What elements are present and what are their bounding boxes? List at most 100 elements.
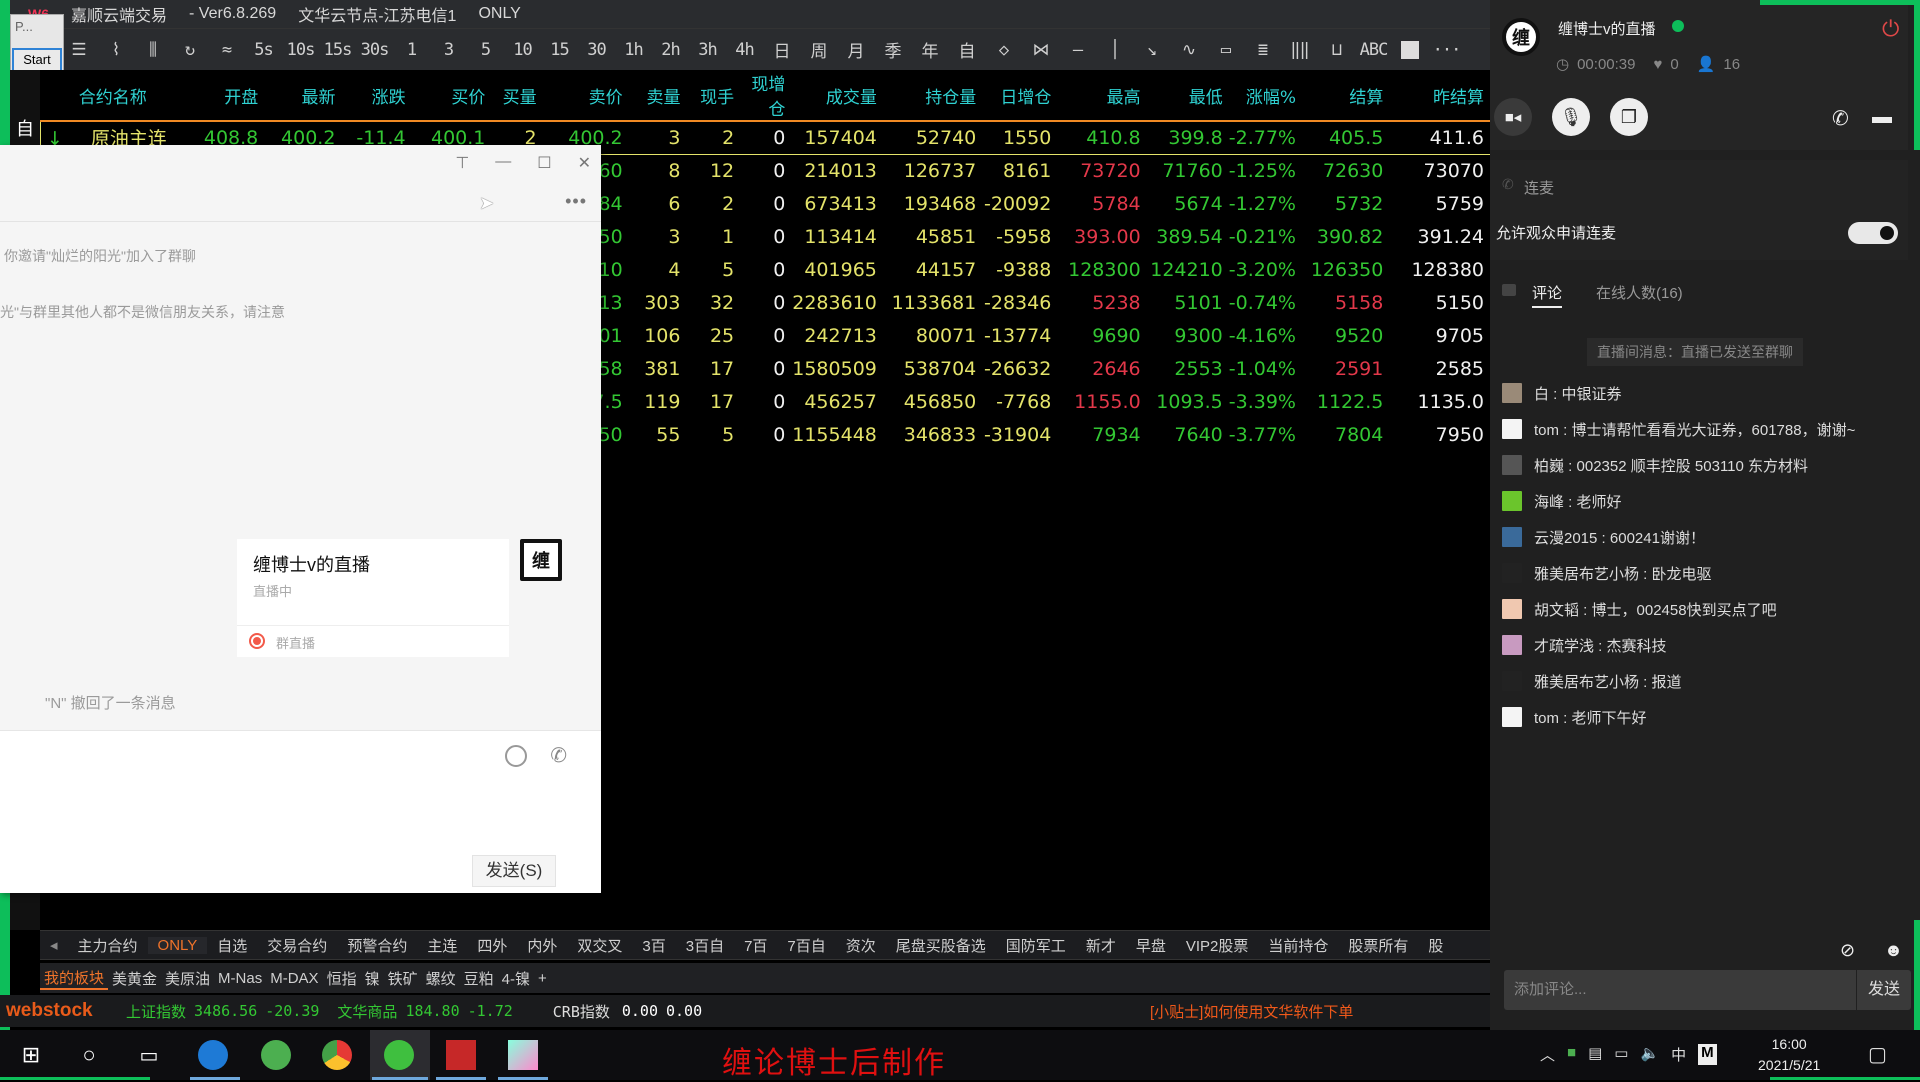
watchlist-tab[interactable]: 新才 bbox=[1076, 935, 1126, 956]
app-icon-wechat[interactable] bbox=[384, 1040, 414, 1070]
windows-start-icon[interactable]: ⊞ bbox=[16, 1040, 46, 1070]
more-options-icon[interactable]: ••• bbox=[565, 191, 587, 212]
candle-icon[interactable]: ⫼ bbox=[134, 40, 171, 60]
mute-comments-icon[interactable]: ⊘ bbox=[1840, 940, 1855, 961]
board-tab[interactable]: 铁矿 bbox=[384, 968, 422, 989]
column-header[interactable]: 卖量 bbox=[628, 70, 687, 122]
color-picker-icon[interactable] bbox=[1401, 40, 1419, 59]
add-board-button[interactable]: + bbox=[534, 970, 551, 987]
search-icon[interactable]: ○ bbox=[74, 1040, 104, 1070]
period-button[interactable]: 周 bbox=[800, 37, 837, 62]
watchlist-tab[interactable]: 早盘 bbox=[1126, 935, 1176, 956]
watchlist-tab[interactable]: 主力合约 bbox=[68, 935, 148, 956]
commenter-avatar[interactable] bbox=[1502, 707, 1522, 727]
comment-send-button[interactable]: 发送 bbox=[1857, 970, 1911, 1010]
watchlist-tab[interactable]: 交易合约 bbox=[257, 935, 337, 956]
period-button[interactable]: 1 bbox=[393, 40, 430, 60]
board-tab[interactable]: 螺纹 bbox=[422, 968, 460, 989]
tab-comments[interactable]: 评论 bbox=[1532, 282, 1563, 308]
allow-lianmai-toggle[interactable] bbox=[1848, 222, 1898, 244]
period-button[interactable]: 10s bbox=[282, 40, 319, 60]
g-list-icon[interactable]: ≣ bbox=[1244, 40, 1281, 60]
board-tab[interactable]: 4-镍 bbox=[498, 968, 534, 989]
expand-icon[interactable]: ◇ bbox=[985, 40, 1022, 60]
watchlist-tab[interactable]: 3百自 bbox=[676, 935, 734, 956]
watchlist-tab[interactable]: 7百 bbox=[734, 935, 777, 956]
tray-expand-icon[interactable]: ︿ bbox=[1540, 1044, 1555, 1065]
board-tab[interactable]: 恒指 bbox=[323, 968, 361, 989]
power-icon[interactable]: ⏻ bbox=[1882, 16, 1899, 42]
vline-icon[interactable]: │ bbox=[1096, 40, 1133, 60]
period-button[interactable]: 30 bbox=[578, 40, 615, 60]
tray-app-icon[interactable]: ■ bbox=[1567, 1044, 1576, 1065]
board-tab[interactable]: 镍 bbox=[361, 968, 384, 989]
app-icon-wenhua[interactable] bbox=[446, 1040, 476, 1070]
tip-link[interactable]: [小贴士]如何使用文华软件下单 bbox=[1150, 1001, 1353, 1022]
compress-icon[interactable]: ⋈ bbox=[1022, 40, 1059, 60]
period-button[interactable]: ABC bbox=[1355, 40, 1392, 60]
app-icon-live[interactable] bbox=[508, 1040, 538, 1070]
trendline-icon[interactable]: ↘ bbox=[1133, 40, 1170, 60]
tab-online-count[interactable]: 在线人数(16) bbox=[1596, 282, 1683, 303]
column-header[interactable]: 开盘 bbox=[191, 70, 265, 122]
live-broadcast-icon[interactable] bbox=[505, 745, 527, 767]
message-icon[interactable]: ▬ bbox=[1872, 106, 1892, 129]
minimize-icon[interactable]: — bbox=[495, 153, 511, 173]
app-icon-chrome[interactable] bbox=[322, 1040, 352, 1070]
commenter-avatar[interactable] bbox=[1502, 563, 1522, 583]
watchlist-tab[interactable]: 尾盘买股备选 bbox=[886, 935, 996, 956]
column-header[interactable]: 持仓量 bbox=[882, 70, 983, 122]
send-button[interactable]: 发送(S) bbox=[472, 855, 556, 887]
commenter-avatar[interactable] bbox=[1502, 455, 1522, 475]
app-icon-360-browser[interactable] bbox=[261, 1040, 291, 1070]
ime-label[interactable]: 中 bbox=[1671, 1044, 1686, 1065]
period-button[interactable]: 15 bbox=[541, 40, 578, 60]
comment-input[interactable]: 添加评论... bbox=[1504, 970, 1856, 1010]
column-header[interactable]: 合约名称 bbox=[40, 70, 192, 122]
message-input-area[interactable]: ✆ 发送(S) bbox=[0, 730, 601, 893]
system-clock[interactable]: 16:00 2021/5/21 bbox=[1758, 1034, 1820, 1076]
pin-icon[interactable]: ⊤ bbox=[455, 153, 469, 173]
app-icon-qq-browser[interactable] bbox=[198, 1040, 228, 1070]
video-call-icon[interactable]: ✆ bbox=[550, 743, 567, 768]
list-icon[interactable]: ☰ bbox=[60, 40, 97, 60]
watchlist-tab[interactable]: ONLY bbox=[147, 936, 208, 954]
line-chart-icon[interactable]: ⌇ bbox=[97, 40, 134, 60]
wave-icon[interactable]: ∿ bbox=[1170, 40, 1207, 60]
volume-icon[interactable]: 🔈 bbox=[1640, 1044, 1659, 1065]
commenter-avatar[interactable] bbox=[1502, 419, 1522, 439]
watchlist-tab[interactable]: 股 bbox=[1418, 935, 1453, 956]
period-button[interactable]: 自 bbox=[948, 37, 985, 62]
watchlist-tab[interactable]: 自选 bbox=[207, 935, 257, 956]
microphone-button[interactable]: 🎙 bbox=[1552, 98, 1590, 136]
board-tab[interactable]: 美原油 bbox=[161, 968, 214, 989]
bars-icon[interactable]: ‖‖ bbox=[1281, 40, 1318, 60]
commenter-avatar[interactable] bbox=[1502, 527, 1522, 547]
task-view-icon[interactable]: ▭ bbox=[134, 1040, 164, 1070]
column-header[interactable]: 买价 bbox=[411, 70, 492, 122]
ruler-icon[interactable]: ⊔ bbox=[1318, 40, 1355, 60]
column-header[interactable]: 现增仓 bbox=[740, 70, 792, 122]
period-button[interactable]: 3h bbox=[689, 40, 726, 60]
ime-mode-icon[interactable]: M bbox=[1698, 1044, 1717, 1065]
column-header[interactable]: 卖价 bbox=[542, 70, 629, 122]
notification-icon[interactable]: ▢ bbox=[1868, 1042, 1887, 1067]
emoji-icon[interactable]: ☻ bbox=[1884, 940, 1903, 961]
column-header[interactable]: 结算 bbox=[1301, 70, 1390, 122]
column-header[interactable]: 现手 bbox=[686, 70, 741, 122]
sender-avatar[interactable]: 缠 bbox=[520, 539, 562, 581]
column-header[interactable]: 最低 bbox=[1146, 70, 1229, 122]
column-header[interactable]: 涨幅% bbox=[1228, 70, 1302, 122]
column-header[interactable]: 最高 bbox=[1057, 70, 1147, 122]
camera-button[interactable]: ■◂ bbox=[1494, 98, 1532, 136]
column-header[interactable]: 买量 bbox=[491, 70, 543, 122]
watchlist-tab[interactable]: 当前持仓 bbox=[1258, 935, 1338, 956]
phone-icon[interactable]: ✆ bbox=[1832, 106, 1849, 131]
watchlist-tab[interactable]: 主连 bbox=[417, 935, 467, 956]
board-tab[interactable]: M-DAX bbox=[266, 970, 322, 987]
column-header[interactable]: 成交量 bbox=[791, 70, 883, 122]
watchlist-tab[interactable]: 预警合约 bbox=[337, 935, 417, 956]
period-button[interactable]: 年 bbox=[911, 37, 948, 62]
rect-icon[interactable]: ▭ bbox=[1207, 40, 1244, 60]
watchlist-tab[interactable]: 双交叉 bbox=[567, 935, 632, 956]
